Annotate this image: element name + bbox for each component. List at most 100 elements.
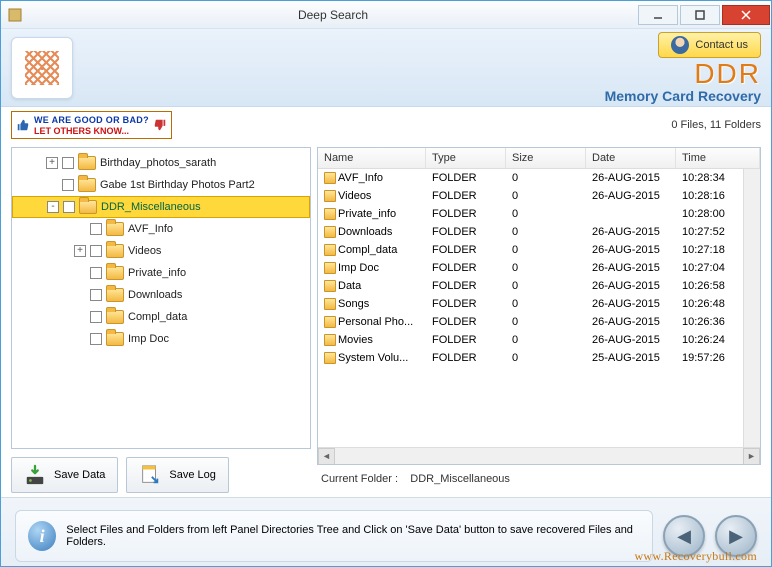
hint-text: Select Files and Folders from left Panel… (66, 524, 640, 548)
right-column: Name Type Size Date Time AVF_InfoFOLDER0… (317, 147, 761, 493)
file-list[interactable]: Name Type Size Date Time AVF_InfoFOLDER0… (317, 147, 761, 465)
tree-item-label: DDR_Miscellaneous (101, 201, 201, 213)
table-row[interactable]: System Volu...FOLDER025-AUG-201519:57:26 (318, 349, 743, 367)
contact-label: Contact us (695, 39, 748, 51)
expander-spacer (74, 223, 86, 235)
tree-item[interactable]: Private_info (12, 262, 310, 284)
tree-item[interactable]: Gabe 1st Birthday Photos Part2 (12, 174, 310, 196)
folder-icon (324, 298, 336, 310)
folder-icon (106, 222, 124, 236)
col-type[interactable]: Type (426, 148, 506, 168)
status-text: 0 Files, 11 Folders (671, 119, 761, 131)
checkbox[interactable] (90, 289, 102, 301)
thumb-down-icon (153, 118, 167, 132)
save-log-label: Save Log (169, 469, 215, 481)
close-button[interactable] (722, 5, 770, 25)
tree-item-label: Compl_data (128, 311, 187, 323)
folder-icon (106, 310, 124, 324)
tree-item[interactable]: - DDR_Miscellaneous (12, 196, 310, 218)
app-window: Deep Search Contact us DDR Memory Card R… (0, 0, 772, 567)
folder-icon (324, 352, 336, 364)
hint-bar: i Select Files and Folders from left Pan… (15, 510, 653, 562)
list-header: Name Type Size Date Time (318, 148, 760, 169)
checkbox[interactable] (90, 245, 102, 257)
table-row[interactable]: DataFOLDER026-AUG-201510:26:58 (318, 277, 743, 295)
folder-icon (324, 208, 336, 220)
titlebar: Deep Search (1, 1, 771, 29)
table-row[interactable]: MoviesFOLDER026-AUG-201510:26:24 (318, 331, 743, 349)
tree-item[interactable]: Imp Doc (12, 328, 310, 350)
folder-icon (324, 334, 336, 346)
checkbox[interactable] (90, 223, 102, 235)
minimize-button[interactable] (638, 5, 678, 25)
expander-spacer (74, 267, 86, 279)
folder-icon (324, 244, 336, 256)
table-row[interactable]: Compl_dataFOLDER026-AUG-201510:27:18 (318, 241, 743, 259)
folder-icon (324, 262, 336, 274)
vertical-scrollbar[interactable] (743, 169, 760, 447)
col-size[interactable]: Size (506, 148, 586, 168)
tree-item[interactable]: Downloads (12, 284, 310, 306)
tree-item-label: Imp Doc (128, 333, 169, 345)
maximize-button[interactable] (680, 5, 720, 25)
checkbox[interactable] (90, 311, 102, 323)
checkbox[interactable] (62, 157, 74, 169)
expand-icon[interactable]: + (46, 157, 58, 169)
tree-item-label: Videos (128, 245, 161, 257)
tree-item-label: Gabe 1st Birthday Photos Part2 (100, 179, 255, 191)
footer-url: www.Recoverybull.com (634, 549, 757, 564)
app-icon (1, 7, 29, 23)
scroll-left-button[interactable]: ◄ (318, 448, 335, 465)
col-date[interactable]: Date (586, 148, 676, 168)
feedback-line2: LET OTHERS KNOW... (34, 126, 149, 136)
table-row[interactable]: Private_infoFOLDER010:28:00 (318, 205, 743, 223)
checkbox[interactable] (63, 201, 75, 213)
folder-icon (106, 244, 124, 258)
app-logo (11, 37, 73, 99)
checkbox[interactable] (90, 333, 102, 345)
left-column: +Birthday_photos_sarath Gabe 1st Birthday… (11, 147, 311, 493)
table-row[interactable]: VideosFOLDER026-AUG-201510:28:16 (318, 187, 743, 205)
person-icon (671, 36, 689, 54)
folder-icon (106, 332, 124, 346)
folder-icon (324, 172, 336, 184)
checkbox[interactable] (62, 179, 74, 191)
directory-tree[interactable]: +Birthday_photos_sarath Gabe 1st Birthday… (11, 147, 311, 449)
brand-title: DDR (605, 60, 761, 88)
table-row[interactable]: Imp DocFOLDER026-AUG-201510:27:04 (318, 259, 743, 277)
table-row[interactable]: DownloadsFOLDER026-AUG-201510:27:52 (318, 223, 743, 241)
tree-item[interactable]: AVF_Info (12, 218, 310, 240)
expander-spacer (74, 289, 86, 301)
tree-item[interactable]: + Videos (12, 240, 310, 262)
folder-icon (324, 190, 336, 202)
save-data-button[interactable]: Save Data (11, 457, 118, 493)
expand-icon[interactable]: + (74, 245, 86, 257)
collapse-icon[interactable]: - (47, 201, 59, 213)
thumb-up-icon (16, 118, 30, 132)
window-title: Deep Search (29, 8, 637, 22)
tree-item[interactable]: Compl_data (12, 306, 310, 328)
expander-spacer (46, 179, 58, 191)
save-log-button[interactable]: Save Log (126, 457, 228, 493)
contact-us-button[interactable]: Contact us (658, 32, 761, 58)
current-folder: Current Folder : DDR_Miscellaneous (317, 465, 761, 493)
expander-spacer (74, 333, 86, 345)
table-row[interactable]: Personal Pho...FOLDER026-AUG-201510:26:3… (318, 313, 743, 331)
scroll-right-button[interactable]: ► (743, 448, 760, 465)
feedback-line1: WE ARE GOOD OR BAD? (34, 115, 149, 125)
info-icon: i (28, 521, 56, 551)
current-folder-value: DDR_Miscellaneous (410, 473, 510, 485)
checkbox[interactable] (90, 267, 102, 279)
col-time[interactable]: Time (676, 148, 760, 168)
table-row[interactable]: SongsFOLDER026-AUG-201510:26:48 (318, 295, 743, 313)
table-row[interactable]: AVF_InfoFOLDER026-AUG-201510:28:34 (318, 169, 743, 187)
col-name[interactable]: Name (318, 148, 426, 168)
horizontal-scrollbar[interactable]: ◄ ► (318, 447, 760, 464)
tree-item-label: Downloads (128, 289, 182, 301)
save-log-icon (139, 464, 161, 486)
feedback-button[interactable]: WE ARE GOOD OR BAD? LET OTHERS KNOW... (11, 111, 172, 139)
folder-icon (324, 316, 336, 328)
folder-icon (106, 266, 124, 280)
tree-item[interactable]: +Birthday_photos_sarath (12, 152, 310, 174)
tree-item-label: AVF_Info (128, 223, 173, 235)
